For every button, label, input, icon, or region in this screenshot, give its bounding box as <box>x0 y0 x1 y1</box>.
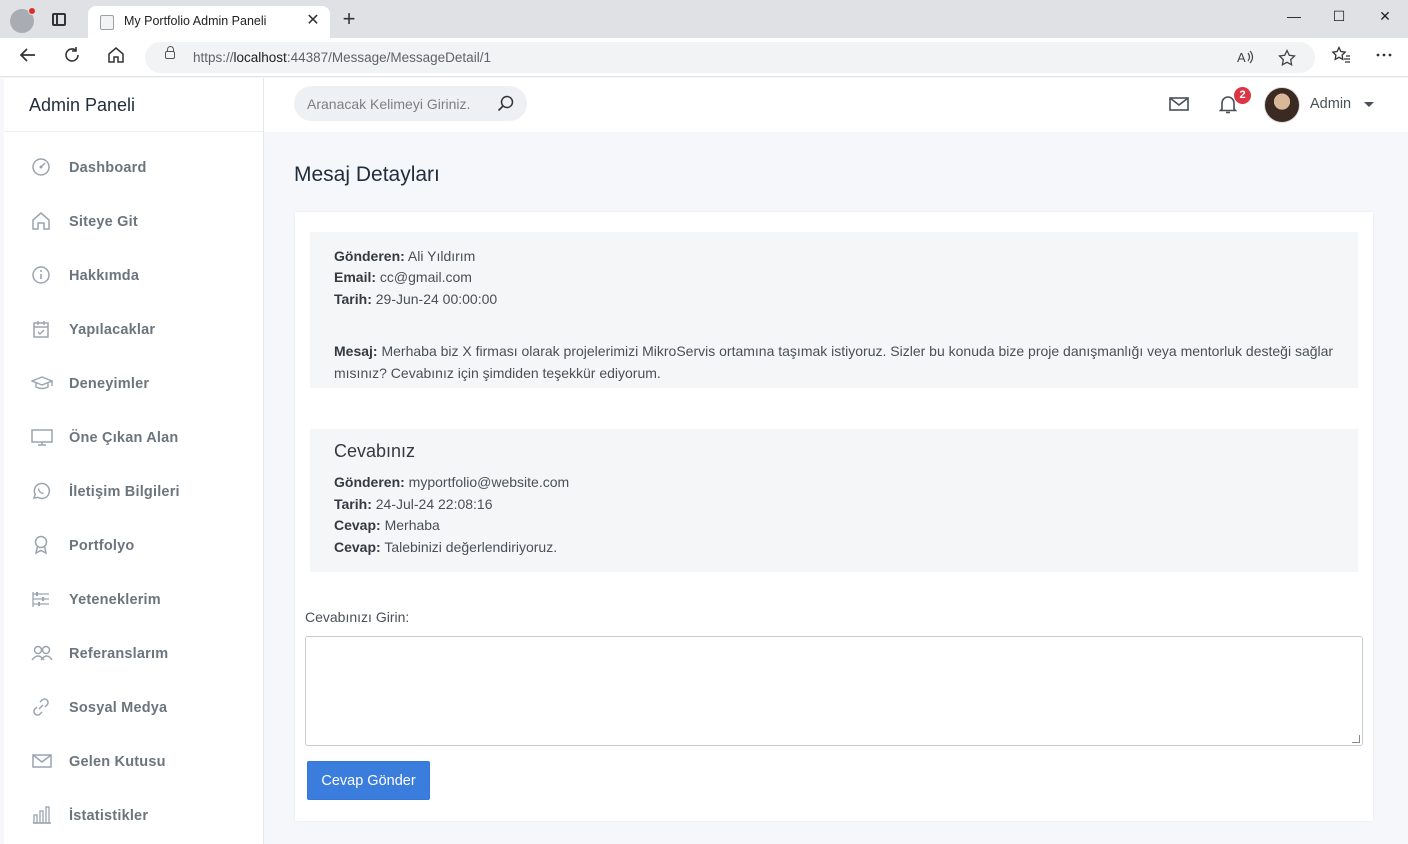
chevron-down-icon[interactable] <box>1364 102 1374 107</box>
home-icon <box>31 211 51 231</box>
back-arrow-icon[interactable] <box>16 46 40 68</box>
whatsapp-icon <box>31 481 51 501</box>
sidebar: Admin Paneli Dashboard Siteye Git Hakkım… <box>4 78 264 844</box>
svg-text:A: A <box>1237 50 1246 65</box>
sidebar-item-gelen-kutusu[interactable]: Gelen Kutusu <box>4 736 263 790</box>
sidebar-menu: Dashboard Siteye Git Hakkımda Yapılacakl… <box>4 132 263 844</box>
sidebar-item-deneyimler[interactable]: Deneyimler <box>4 358 263 412</box>
sidebar-item-label: Sosyal Medya <box>69 700 168 716</box>
message-detail-card: Gönderen: Ali Yıldırım Email: cc@gmail.c… <box>295 212 1373 821</box>
tab-title: My Portfolio Admin Paneli <box>124 14 267 28</box>
search-box[interactable]: Aranacak Kelimeyi Giriniz. <box>294 86 527 121</box>
sidebar-item-label: Deneyimler <box>69 376 150 392</box>
sidebar-item-siteye-git[interactable]: Siteye Git <box>4 196 263 250</box>
send-reply-button[interactable]: Cevap Gönder <box>307 761 430 800</box>
reply-textarea[interactable] <box>305 636 1363 746</box>
sidebar-brand[interactable]: Admin Paneli <box>4 78 263 132</box>
window-close-icon[interactable]: ✕ <box>1375 8 1395 25</box>
speedometer-icon <box>31 157 51 177</box>
sidebar-item-iletisim-bilgileri[interactable]: İletişim Bilgileri <box>4 466 263 520</box>
tab-actions-icon[interactable] <box>52 13 66 26</box>
top-navbar: Aranacak Kelimeyi Giriniz. 2 Admin <box>264 78 1408 132</box>
new-tab-icon[interactable]: + <box>338 6 360 32</box>
sidebar-item-label: İstatistikler <box>69 808 149 824</box>
address-bar[interactable]: https://localhost:44387/Message/MessageD… <box>145 42 1315 73</box>
home-icon[interactable] <box>104 46 128 68</box>
user-name[interactable]: Admin <box>1310 96 1351 112</box>
resize-grip-icon[interactable] <box>1352 735 1360 743</box>
browser-toolbar: https://localhost:44387/Message/MessageD… <box>0 38 1408 77</box>
page-favicon-icon <box>100 15 114 30</box>
sidebar-item-label: Öne Çıkan Alan <box>69 430 179 446</box>
sidebar-item-label: Dashboard <box>69 160 147 176</box>
award-icon <box>31 535 51 555</box>
sidebar-item-portfolyo[interactable]: Portfolyo <box>4 520 263 574</box>
favorites-list-icon[interactable] <box>1329 45 1353 68</box>
avatar[interactable] <box>1264 87 1300 123</box>
monitor-icon <box>31 427 53 447</box>
sidebar-item-istatistikler[interactable]: İstatistikler <box>4 790 263 844</box>
read-aloud-icon[interactable]: A <box>1237 49 1255 70</box>
sidebar-item-label: İletişim Bilgileri <box>69 484 180 500</box>
browser-tab[interactable]: My Portfolio Admin Paneli ✕ <box>88 6 330 38</box>
sidebar-item-label: Yapılacaklar <box>69 322 156 338</box>
window-minimize-icon[interactable]: — <box>1284 8 1304 24</box>
sidebar-item-label: Referanslarım <box>69 646 169 662</box>
refresh-icon[interactable] <box>60 46 84 68</box>
reply-sender: Gönderen: myportfolio@website.com <box>334 474 570 490</box>
browser-tab-strip: My Portfolio Admin Paneli ✕ + — ☐ ✕ <box>0 0 1408 38</box>
message-date: Tarih: 29-Jun-24 00:00:00 <box>334 291 498 307</box>
calendar-check-icon <box>31 319 51 339</box>
more-options-icon[interactable] <box>1372 46 1396 68</box>
bar-chart-icon <box>31 805 51 825</box>
messages-envelope-icon[interactable] <box>1169 96 1189 117</box>
message-sender: Gönderen: Ali Yıldırım <box>334 248 476 264</box>
sidebar-item-label: Siteye Git <box>69 214 138 230</box>
sidebar-item-label: Gelen Kutusu <box>69 754 166 770</box>
mail-icon <box>31 751 52 771</box>
reply-title: Cevabınız <box>334 441 416 461</box>
sidebar-item-yeteneklerim[interactable]: Yeteneklerim <box>4 574 263 628</box>
profile-status-dot <box>28 7 36 15</box>
browser-profile-icon[interactable] <box>10 7 36 33</box>
reply-input-label: Cevabınızı Girin: <box>305 609 410 625</box>
reply-date: Tarih: 24-Jul-24 22:08:16 <box>334 496 493 512</box>
reply-answer: Cevap: Merhaba <box>334 517 440 533</box>
sliders-icon <box>31 589 51 609</box>
message-email: Email: cc@gmail.com <box>334 269 472 285</box>
message-panel: Gönderen: Ali Yıldırım Email: cc@gmail.c… <box>310 232 1358 388</box>
sidebar-item-dashboard[interactable]: Dashboard <box>4 142 263 196</box>
lock-icon[interactable] <box>165 46 175 59</box>
sidebar-item-hakkimda[interactable]: Hakkımda <box>4 250 263 304</box>
sidebar-item-referanslarim[interactable]: Referanslarım <box>4 628 263 682</box>
search-input[interactable]: Aranacak Kelimeyi Giriniz. <box>307 96 470 112</box>
sidebar-item-yapilacaklar[interactable]: Yapılacaklar <box>4 304 263 358</box>
sidebar-item-one-cikan-alan[interactable]: Öne Çıkan Alan <box>4 412 263 466</box>
search-icon[interactable] <box>497 95 514 112</box>
reply-panel: Cevabınız Gönderen: myportfolio@website.… <box>310 429 1358 572</box>
page-title: Mesaj Detayları <box>294 163 440 186</box>
tab-close-icon[interactable]: ✕ <box>304 10 322 30</box>
users-icon <box>31 643 53 663</box>
message-body: Mesaj: Merhaba biz X firması olarak proj… <box>334 343 1334 381</box>
sidebar-item-label: Hakkımda <box>69 268 140 284</box>
sidebar-item-label: Portfolyo <box>69 538 135 554</box>
notification-count-badge: 2 <box>1234 87 1251 104</box>
sidebar-item-label: Yeteneklerim <box>69 592 161 608</box>
favorite-star-icon[interactable] <box>1278 48 1296 72</box>
url-text[interactable]: https://localhost:44387/Message/MessageD… <box>193 50 491 65</box>
graduation-cap-icon <box>30 373 54 393</box>
link-icon <box>31 697 51 717</box>
reply-answer-2: Cevap: Talebinizi değerlendiriyoruz. <box>334 539 558 555</box>
info-icon <box>31 265 51 285</box>
window-maximize-icon[interactable]: ☐ <box>1329 8 1349 25</box>
sidebar-item-sosyal-medya[interactable]: Sosyal Medya <box>4 682 263 736</box>
